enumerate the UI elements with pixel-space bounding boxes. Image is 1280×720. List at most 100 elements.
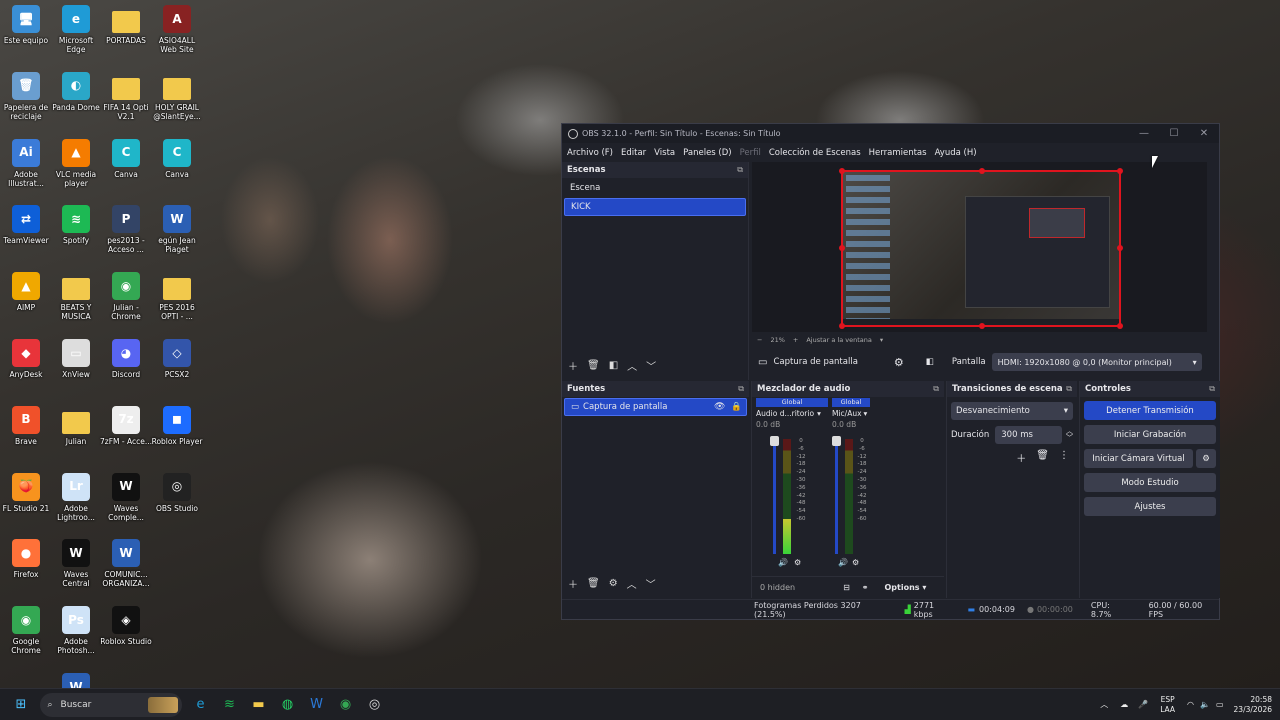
desktop-icon[interactable]: C Canva bbox=[100, 138, 152, 179]
move-source-down-button[interactable]: ﹀ bbox=[646, 576, 656, 591]
desktop-icon[interactable]: Ppes2013 - Acceso ... bbox=[100, 205, 152, 254]
add-transition-button[interactable]: ＋ bbox=[1016, 450, 1026, 465]
desktop-icon[interactable]: PES 2016 OPTI - ... bbox=[151, 272, 203, 321]
volume-slider-handle[interactable] bbox=[832, 436, 841, 446]
duration-spinbox[interactable]: 300 ms bbox=[995, 426, 1062, 444]
transition-select[interactable]: Desvanecimiento ▾ bbox=[951, 402, 1073, 420]
battery-icon[interactable]: ▭ bbox=[1216, 700, 1224, 709]
desktop-icon[interactable]: Lr Adobe Lightroo... bbox=[50, 472, 102, 522]
move-scene-down-button[interactable]: ﹀ bbox=[646, 358, 656, 373]
desktop-icon[interactable]: B Brave bbox=[0, 405, 52, 446]
channel-settings-icon[interactable]: ⚙ bbox=[794, 558, 801, 567]
source-item-captura[interactable]: ▭ Captura de pantalla 👁 🔒 bbox=[564, 398, 747, 416]
wifi-icon[interactable]: ◠ bbox=[1187, 700, 1194, 709]
resize-handle[interactable] bbox=[1117, 245, 1123, 251]
edge-taskbar-icon[interactable]: e bbox=[190, 694, 212, 716]
undock-icon[interactable]: ⧉ bbox=[738, 384, 744, 394]
settings-button[interactable]: Ajustes bbox=[1084, 497, 1216, 516]
taskbar-search[interactable]: ⌕ Buscar bbox=[39, 692, 182, 717]
mixer-options-button[interactable]: Options ▾ bbox=[884, 583, 926, 592]
add-source-button[interactable]: ＋ bbox=[568, 576, 578, 591]
volume-slider[interactable] bbox=[773, 438, 776, 554]
desktop-icon[interactable]: ⇄ TeamViewer bbox=[0, 205, 52, 245]
desktop-icon[interactable]: ◉ Julian - Chrome bbox=[100, 272, 152, 321]
undock-icon[interactable]: ⧉ bbox=[1209, 384, 1215, 394]
virtual-camera-settings-button[interactable]: ⚙ bbox=[1196, 449, 1216, 468]
chevron-down-icon[interactable]: ▾ bbox=[880, 336, 883, 344]
remove-scene-button[interactable]: 🗑 bbox=[587, 360, 600, 371]
cloud-icon[interactable]: ☁ bbox=[1120, 700, 1128, 709]
language-indicator[interactable]: ESP LAA bbox=[1160, 695, 1175, 715]
resize-handle[interactable] bbox=[1117, 323, 1123, 329]
desktop-icon[interactable]: ▲ VLC media player bbox=[50, 138, 102, 188]
source-properties-button[interactable]: ⚙ bbox=[894, 356, 904, 369]
transition-more-button[interactable]: ⋮ bbox=[1059, 450, 1069, 465]
desktop-icon[interactable]: ◆ AnyDesk bbox=[0, 339, 52, 379]
volume-icon[interactable]: 🔈 bbox=[1200, 700, 1210, 709]
menu-herramientas[interactable]: Herramientas bbox=[869, 148, 927, 158]
menu-archivo[interactable]: Archivo (F) bbox=[567, 148, 613, 158]
chrome-taskbar-icon[interactable]: ◉ bbox=[335, 694, 357, 716]
desktop-icon[interactable]: W Waves Central bbox=[50, 539, 102, 588]
mixer-layout-icon[interactable]: ⊟ bbox=[843, 583, 850, 592]
menu-perfil[interactable]: Perfil bbox=[740, 148, 761, 158]
spotify-taskbar-icon[interactable]: ≋ bbox=[219, 694, 241, 716]
lock-icon[interactable]: 🔒 bbox=[731, 402, 742, 412]
desktop-icon[interactable]: ● Firefox bbox=[0, 539, 52, 579]
undock-icon[interactable]: ⧉ bbox=[933, 384, 939, 394]
clock[interactable]: 20:58 23/3/2026 bbox=[1234, 695, 1272, 715]
desktop-icon[interactable]: ◕ Discord bbox=[100, 339, 152, 379]
remove-source-button[interactable]: 🗑 bbox=[587, 578, 600, 589]
mixer-link-icon[interactable]: ⚭ bbox=[862, 583, 869, 592]
desktop-icon[interactable]: W Waves Comple... bbox=[100, 472, 152, 522]
zoom-out-button[interactable]: − bbox=[757, 336, 762, 344]
desktop-icon[interactable]: ▲ AIMP bbox=[0, 272, 52, 312]
microphone-icon[interactable]: 🎤 bbox=[1138, 700, 1148, 709]
whatsapp-taskbar-icon[interactable]: ◍ bbox=[277, 694, 299, 716]
desktop-icon[interactable]: W COMUNIC... ORGANIZA... bbox=[100, 539, 152, 588]
desktop-icon[interactable]: Ai Adobe Illustrat... bbox=[0, 138, 52, 188]
resize-handle[interactable] bbox=[839, 245, 845, 251]
undock-icon[interactable]: ⧉ bbox=[1066, 384, 1072, 394]
move-scene-up-button[interactable]: ︿ bbox=[627, 358, 637, 373]
start-virtual-camera-button[interactable]: Iniciar Cámara Virtual bbox=[1084, 449, 1193, 468]
desktop-icon[interactable]: e Microsoft Edge bbox=[50, 5, 102, 54]
volume-slider[interactable] bbox=[835, 438, 838, 554]
resize-handle[interactable] bbox=[1117, 168, 1123, 174]
desktop-icon[interactable]: ▭ XnView bbox=[50, 339, 102, 379]
menu-editar[interactable]: Editar bbox=[621, 148, 646, 158]
desktop-icon[interactable]: 🗑 Papelera de reciclaje bbox=[0, 71, 52, 121]
resize-handle[interactable] bbox=[979, 168, 985, 174]
menu-paneles[interactable]: Paneles (D) bbox=[683, 148, 731, 158]
stop-stream-button[interactable]: Detener Transmisión bbox=[1084, 401, 1216, 420]
desktop-icon[interactable]: ◎ OBS Studio bbox=[151, 472, 203, 513]
desktop-icon[interactable]: 7z 7zFM - Acce... bbox=[100, 405, 152, 446]
remove-transition-button[interactable]: 🗑 bbox=[1036, 450, 1049, 465]
desktop-icon[interactable]: 🍑 FL Studio 21 bbox=[0, 472, 52, 513]
scene-item-kick[interactable]: KICK bbox=[564, 198, 746, 216]
channel-name-select[interactable]: Audio d...ritorio ▾ bbox=[756, 407, 828, 420]
minimize-button[interactable]: — bbox=[1129, 128, 1159, 139]
desktop-icon[interactable]: BEATS Y MUSICA bbox=[50, 272, 102, 321]
eye-icon[interactable]: 👁 bbox=[714, 402, 725, 412]
desktop-icon[interactable]: HOLY GRAIL @SlantEye... bbox=[151, 72, 203, 121]
desktop-icon[interactable]: Ps Adobe Photosh... bbox=[50, 606, 102, 655]
menu-coleccion-escenas[interactable]: Colección de Escenas bbox=[769, 148, 861, 158]
desktop-icon[interactable]: Julian bbox=[50, 406, 102, 446]
file-explorer-taskbar-icon[interactable]: ▬ bbox=[248, 694, 270, 716]
screen-select[interactable]: HDMI: 1920x1080 @ 0,0 (Monitor principal… bbox=[991, 353, 1202, 371]
desktop-icon[interactable]: ◈ Roblox Studio bbox=[100, 606, 152, 646]
desktop-icon[interactable]: A ASIO4ALL Web Site bbox=[151, 5, 203, 54]
resize-handle[interactable] bbox=[839, 323, 845, 329]
maximize-button[interactable]: ☐ bbox=[1159, 128, 1189, 139]
desktop-icon[interactable]: ◐ Panda Dome bbox=[50, 71, 102, 112]
obs-taskbar-icon[interactable]: ◎ bbox=[364, 694, 386, 716]
scene-item-escena[interactable]: Escena bbox=[564, 179, 746, 197]
word-taskbar-icon[interactable]: W bbox=[306, 694, 328, 716]
speaker-icon[interactable]: 🔊 bbox=[778, 558, 788, 567]
undock-icon[interactable]: ⧉ bbox=[737, 165, 743, 175]
desktop-icon[interactable]: C Canva bbox=[151, 138, 203, 179]
desktop-icon[interactable]: ◼ Roblox Player bbox=[151, 405, 203, 446]
add-scene-button[interactable]: ＋ bbox=[568, 358, 578, 373]
preview-canvas[interactable] bbox=[839, 168, 1123, 329]
